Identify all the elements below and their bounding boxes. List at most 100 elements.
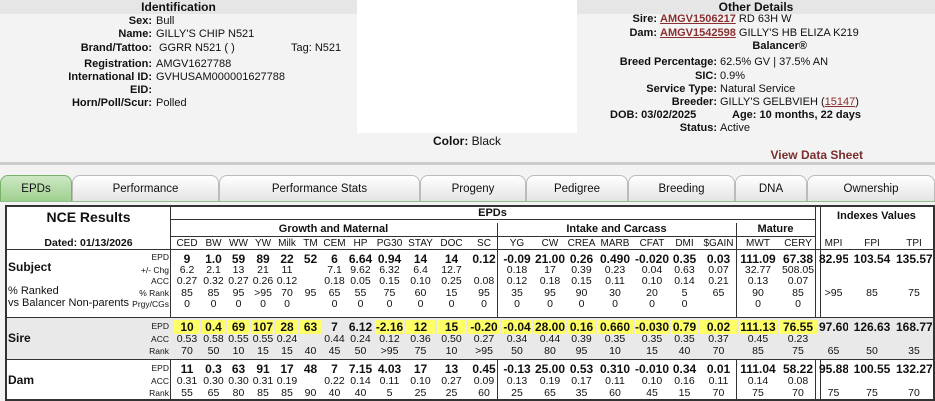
tab-performance-stats[interactable]: Performance Stats [219, 175, 420, 201]
subject-epd-cell: 14 [444, 252, 459, 266]
sire-sub-label: ACC [151, 334, 169, 344]
group-mature: Mature [757, 223, 794, 235]
dam-sub-label: Rank [149, 388, 169, 398]
identification-panel: Identification Sex: Bull Name: GILLY'S CHIP… [0, 0, 357, 148]
dam-rank-cell: 70 [712, 388, 725, 399]
tab-pedigree[interactable]: Pedigree [526, 175, 628, 201]
identification-field-label: Registration: [84, 58, 152, 70]
subject-epd-cell: -0.09 [503, 252, 531, 266]
subject-epd-cell: 0.490 [599, 252, 631, 266]
subject-acc-cell [300, 276, 321, 287]
pct-ranked-label: % Ranked [8, 285, 59, 297]
subject-chg-cell [300, 265, 321, 276]
subject-acc-cell: 0.27 [228, 276, 249, 287]
subject-epd-cell: -0.020 [635, 252, 669, 266]
tab-dna[interactable]: DNA [735, 175, 807, 201]
dam-epd-cell: -0.13 [503, 362, 531, 376]
subject-rank-cell: >95 [254, 288, 272, 299]
dam-rank-cell: 85 [257, 388, 269, 399]
subject-epd-cell: 111.09 [740, 252, 776, 266]
identification-row: Registration: AMGV1627788 [0, 58, 357, 71]
subject-chg-cell: 11 [281, 265, 293, 276]
subject-rank-cell: 75 [908, 288, 920, 299]
subject-chg-cell: 21 [257, 265, 269, 276]
identification-field-label: Horn/Poll/Scur: [71, 97, 152, 109]
column-header: MPI [824, 238, 843, 249]
column-header: $GAIN [703, 238, 734, 249]
dam-acc-cell: 0.19 [539, 376, 561, 387]
subject-rank-cell: 70 [281, 288, 293, 299]
column-header: CW [541, 238, 559, 249]
identification-field-label: International ID: [68, 71, 152, 83]
dam-acc-cell: 0.16 [674, 376, 695, 387]
sire-epd-cell: 6.12 [348, 320, 373, 334]
sire-epd-cell: 126.63 [853, 320, 891, 334]
dam-rank-cell: 65 [544, 388, 556, 399]
subject-chg-cell: 6.4 [413, 265, 428, 276]
dam-acc-cell: 0.22 [324, 376, 345, 387]
tab-ownership[interactable]: Ownership [807, 175, 935, 201]
subject-chg-cell [468, 265, 500, 276]
dam-acc-cell: 0.10 [641, 376, 663, 387]
identification-field-label: Name: [118, 28, 152, 40]
subject-acc-cell: 0.25 [441, 276, 462, 287]
tab-performance[interactable]: Performance [72, 175, 219, 201]
sire-epd-cell: 10 [174, 320, 200, 334]
subject-rank-cell: 90 [752, 288, 764, 299]
sire-rank-cell: 50 [511, 346, 523, 357]
tab-progeny[interactable]: Progeny [420, 175, 526, 201]
dam-acc-cell: 0.09 [473, 376, 495, 387]
sire-epd-cell: 76.55 [779, 320, 817, 334]
dam-rank-cell: 25 [445, 388, 458, 399]
subject-epd-cell: 67.38 [782, 252, 814, 266]
subject-chg-cell [850, 265, 894, 276]
sire-rank-cell: 85 [752, 346, 764, 357]
dam-acc-cell: 0.11 [605, 376, 625, 387]
dam-epd-cell: 0.3 [205, 362, 222, 376]
sire-epd-cell: 69 [227, 320, 250, 334]
sire-epd-cell: -2.16 [375, 320, 404, 334]
subject-acc-cell: 0.21 [708, 276, 729, 287]
sire-link[interactable]: AMGV1506217 [660, 13, 736, 25]
subject-acc-cell: 0.18 [324, 276, 345, 287]
sire-rank-cell: 10 [609, 346, 621, 357]
tab-breeding[interactable]: Breeding [628, 175, 735, 201]
view-data-sheet-link[interactable]: View Data Sheet [771, 148, 863, 162]
dam-rank-cell: 65 [207, 388, 220, 399]
sire-rank-cell: 40 [304, 346, 317, 357]
table-divider [170, 219, 815, 220]
dam-epd-cell: 0.310 [599, 362, 631, 376]
identification-row: EID: [0, 84, 357, 97]
dam-link[interactable]: AMGV1542598 [660, 27, 736, 39]
dam-rank-cell: 45 [646, 388, 658, 399]
subject-acc-cell: 0.11 [605, 276, 625, 287]
sire-acc-cell: 0.35 [641, 334, 663, 345]
sire-rank-cell: 75 [792, 346, 804, 357]
sire-epd-cell: 0.4 [202, 320, 225, 334]
tab-epds[interactable]: EPDs [0, 175, 72, 201]
sire-epd-cell: 63 [300, 320, 321, 334]
sire-sub-label: EPD [151, 321, 169, 331]
sire-acc-cell [896, 334, 932, 345]
nce-title: NCE Results [46, 209, 131, 225]
subject-prgy-cell [850, 299, 894, 310]
subject-sub-label: Prgy/CGs [132, 299, 169, 309]
dam-label: Dam [8, 373, 35, 387]
identification-row: Sex: Bull [0, 15, 357, 28]
subject-epd-cell: 0.12 [472, 252, 496, 266]
dam-acc-cell: 0.10 [410, 376, 431, 387]
epds-header: EPDs [478, 207, 507, 219]
sire-rank-cell: 15 [257, 346, 269, 357]
subject-chg-cell [896, 265, 932, 276]
subject-acc-cell: 0.15 [571, 276, 592, 287]
subject-epd-cell: 0.03 [706, 252, 731, 266]
subject-epd-cell: 14 [413, 252, 428, 266]
dam-rank-cell: 55 [181, 388, 193, 399]
subject-chg-cell: 2.1 [206, 265, 221, 276]
subject-prgy-cell: 0 [284, 299, 290, 310]
subject-rank-cell: 95 [304, 288, 317, 299]
subject-epd-cell: 52 [303, 252, 318, 266]
dam-epd-cell: 7 [331, 362, 338, 376]
subject-prgy-cell [700, 299, 737, 310]
breeder-link[interactable]: 15147 [825, 96, 856, 108]
